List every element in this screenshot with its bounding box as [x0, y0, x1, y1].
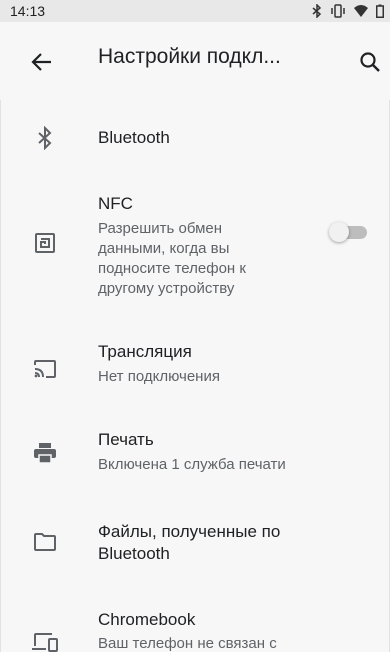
list-item-title: Трансляция: [98, 342, 192, 361]
list-item-title: NFC: [98, 194, 133, 213]
list-item-title: Печать: [98, 430, 154, 449]
list-item-print[interactable]: Печать Включена 1 служба печати: [1, 398, 389, 486]
app-bar: Настройки подкл...: [0, 22, 390, 100]
back-button[interactable]: [28, 48, 56, 76]
wifi-icon: [354, 5, 368, 17]
folder-icon: [31, 528, 59, 556]
print-icon: [31, 439, 59, 467]
vibrate-icon: [331, 4, 345, 18]
list-item-summary-line: Разрешить обмен: [98, 220, 223, 237]
search-button[interactable]: [356, 48, 384, 76]
page-title: Настройки подкл...: [98, 45, 281, 68]
nfc-toggle[interactable]: [329, 221, 369, 243]
toggle-thumb: [329, 222, 349, 242]
bluetooth-icon: [31, 124, 59, 152]
settings-list: Bluetooth NFC Разрешить обмен данными, к…: [0, 100, 390, 652]
list-item-received-files[interactable]: Файлы, полученные по Bluetooth: [1, 486, 389, 578]
status-bar: 14:13: [0, 0, 390, 22]
battery-icon: [376, 4, 384, 18]
bluetooth-icon: [312, 4, 322, 18]
list-item-cast[interactable]: Трансляция Нет подключения: [1, 312, 389, 398]
list-item-summary: Нет подключения: [98, 368, 220, 385]
list-item-summary: Включена 1 служба печати: [98, 456, 286, 473]
search-icon: [360, 52, 380, 72]
list-item-summary-line: другому устройству: [98, 280, 235, 297]
list-item-summary-line: данными, когда вы: [98, 240, 230, 257]
cast-icon: [31, 355, 59, 383]
nfc-icon: [31, 229, 59, 257]
list-item-chromebook[interactable]: Chromebook Ваш телефон не связан с: [1, 578, 389, 652]
status-icons: [312, 4, 384, 18]
list-item-title-line: Файлы, полученные по: [98, 522, 281, 541]
list-item-bluetooth[interactable]: Bluetooth: [1, 100, 389, 172]
list-item-summary: Ваш телефон не связан с: [98, 635, 277, 652]
status-time: 14:13: [10, 3, 46, 19]
list-item-summary-line: подносите телефон к: [98, 260, 246, 277]
list-item-title: Chromebook: [98, 610, 196, 629]
arrow-back-icon: [31, 53, 51, 71]
list-item-title-line: Bluetooth: [98, 544, 170, 563]
list-item-title: Bluetooth: [98, 128, 170, 147]
